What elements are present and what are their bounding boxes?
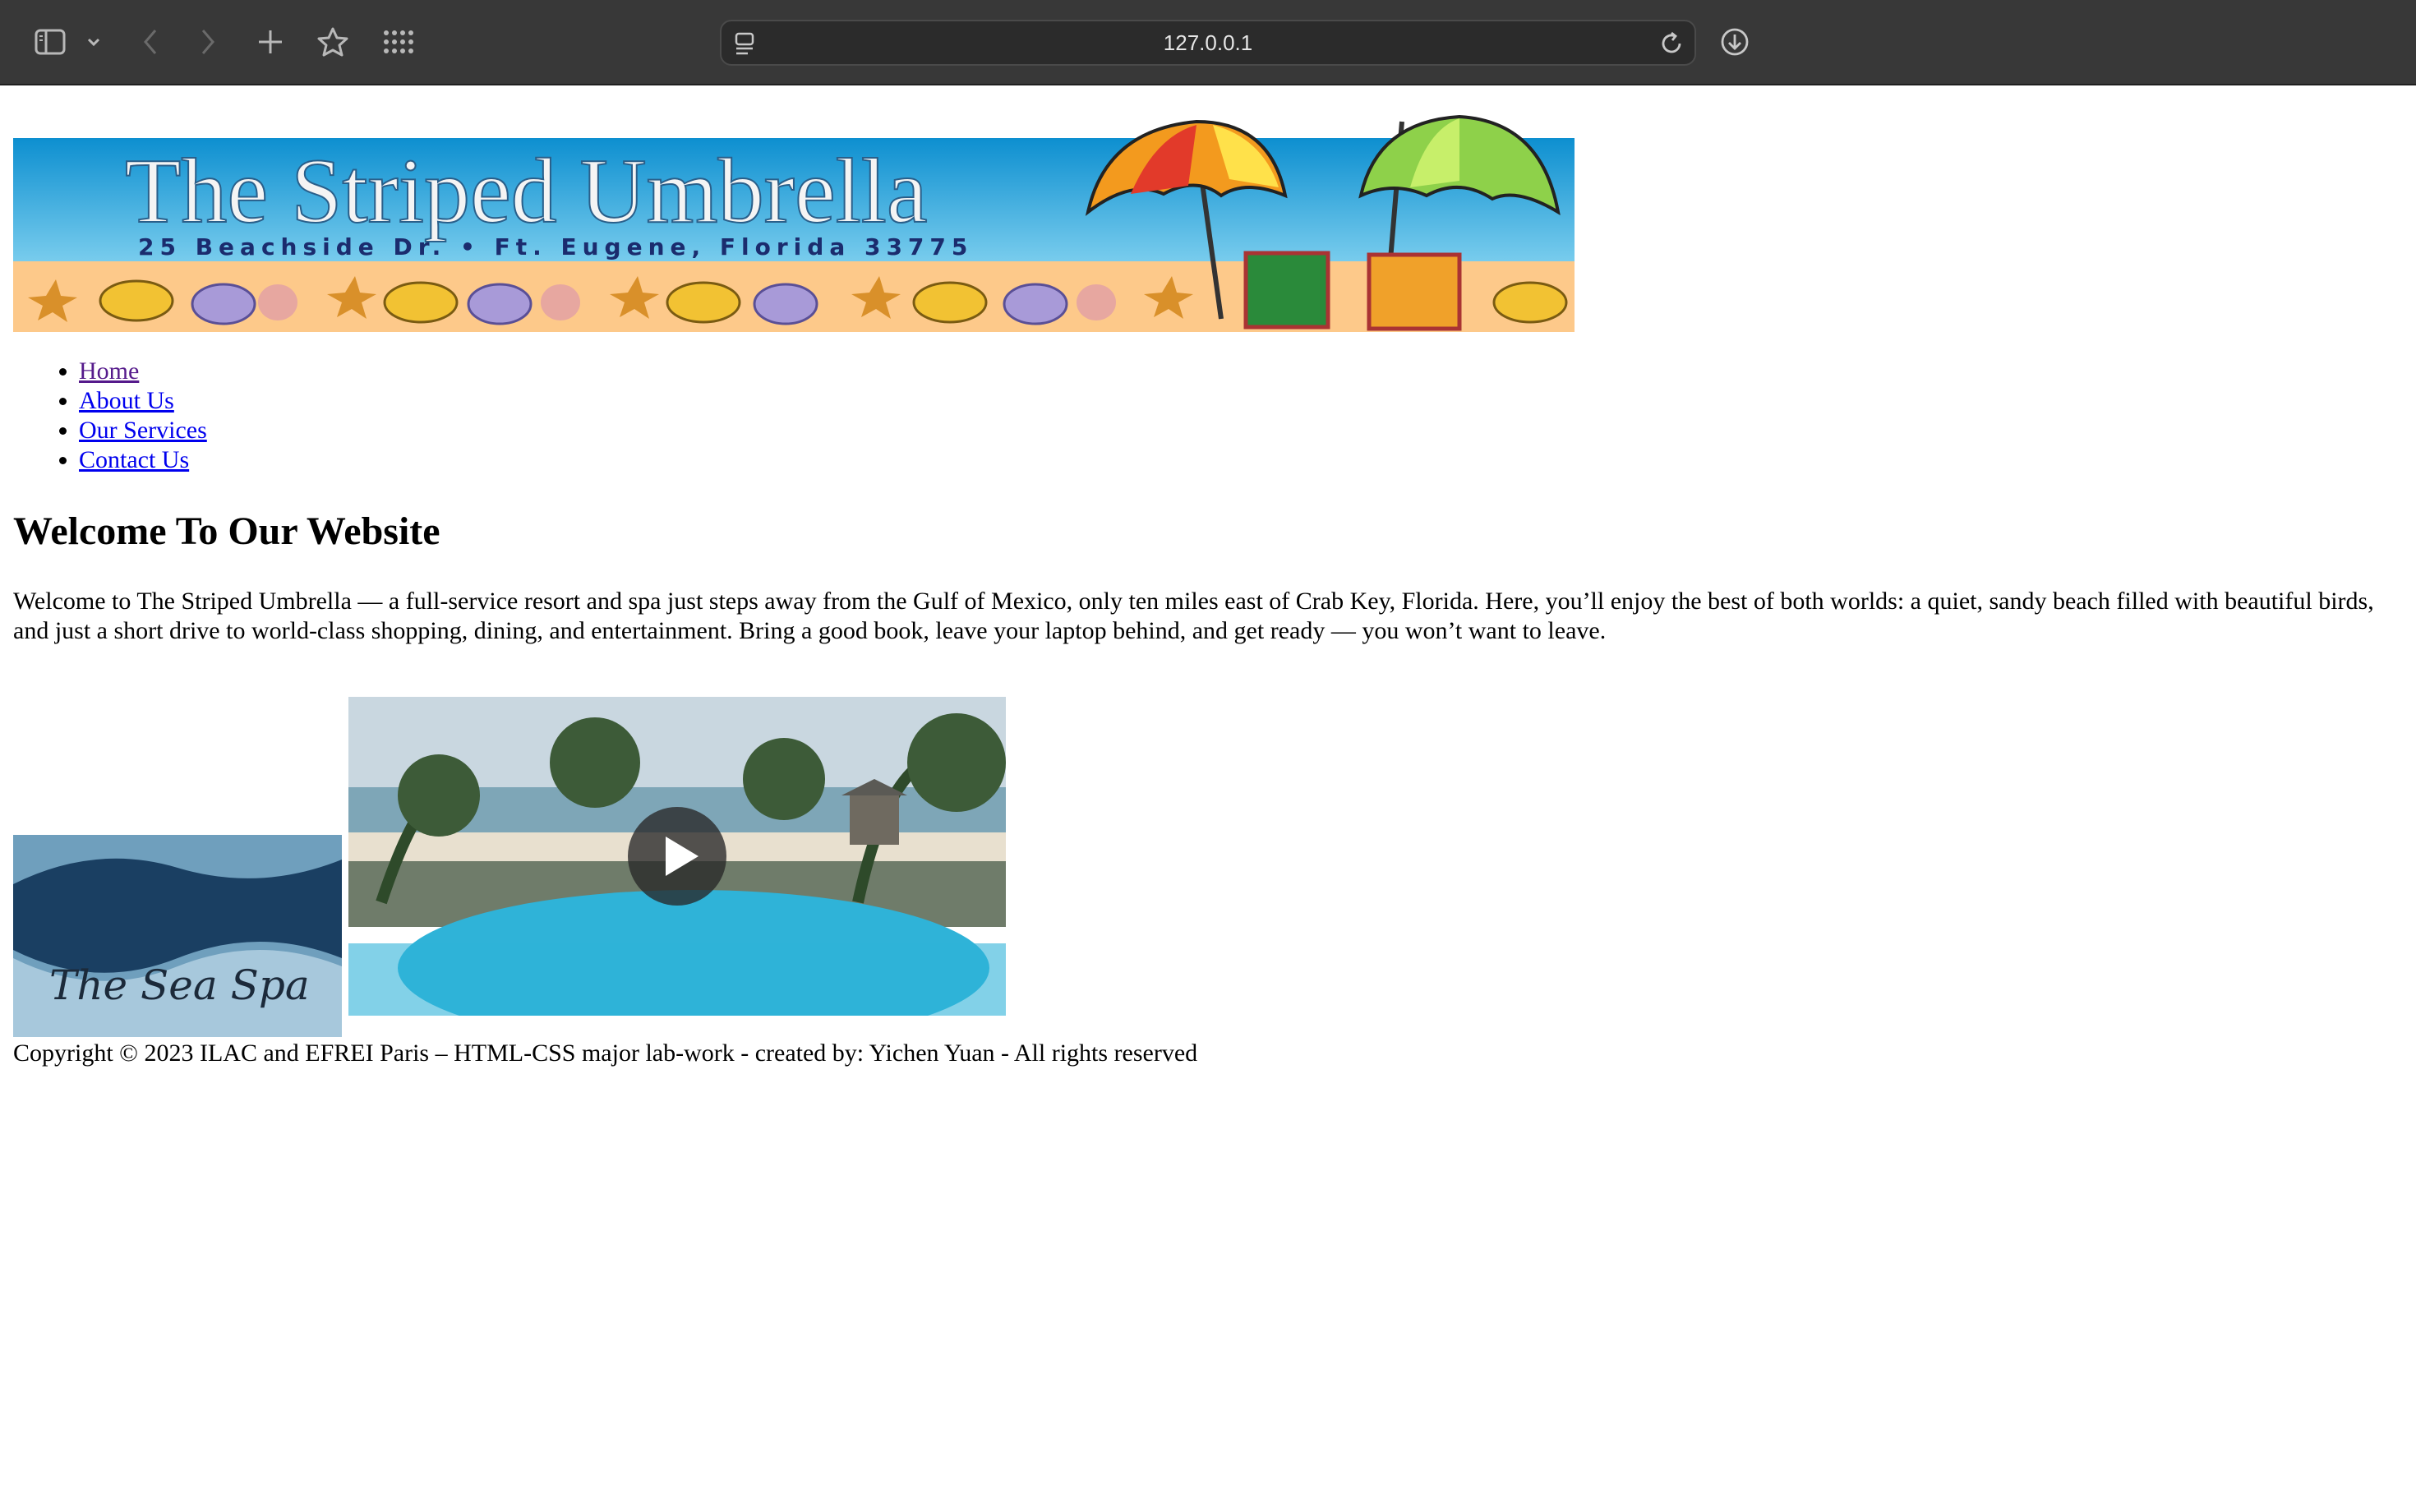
download-icon[interactable] bbox=[1714, 21, 1755, 62]
play-button[interactable] bbox=[628, 807, 726, 906]
nav-link-home[interactable]: Home bbox=[79, 357, 139, 385]
resort-video[interactable] bbox=[348, 697, 1006, 1016]
nav-item-about: About Us bbox=[79, 386, 207, 416]
address-bar[interactable]: 127.0.0.1 bbox=[720, 20, 1696, 66]
page-heading: Welcome To Our Website bbox=[13, 509, 440, 553]
reload-icon[interactable] bbox=[1658, 30, 1685, 61]
nav-link-about-us[interactable]: About Us bbox=[79, 387, 174, 414]
nav-link-our-services[interactable]: Our Services bbox=[79, 417, 207, 444]
browser-toolbar: 127.0.0.1 bbox=[0, 0, 2416, 85]
url-text: 127.0.0.1 bbox=[1163, 30, 1253, 55]
footer-copyright: Copyright © 2023 ILAC and EFREI Paris – … bbox=[13, 1040, 1198, 1067]
forward-arrow-icon[interactable] bbox=[187, 21, 228, 62]
sea-spa-logo: The Sea Spa bbox=[13, 835, 342, 1037]
chevron-down-icon[interactable] bbox=[76, 21, 112, 62]
banner-address: 25 Beachside Dr. • Ft. Eugene, Florida 3… bbox=[138, 233, 973, 260]
star-icon[interactable] bbox=[312, 21, 353, 62]
back-arrow-icon[interactable] bbox=[130, 21, 171, 62]
web-page: The Striped Umbrella 25 Beachside Dr. • … bbox=[0, 87, 2416, 1512]
grid-icon[interactable] bbox=[378, 21, 419, 62]
spa-logo-text: The Sea Spa bbox=[49, 961, 310, 1009]
nav-item-services: Our Services bbox=[79, 416, 207, 445]
nav-link-contact-us[interactable]: Contact Us bbox=[79, 446, 189, 473]
site-banner: The Striped Umbrella 25 Beachside Dr. • … bbox=[13, 97, 1575, 332]
plus-icon[interactable] bbox=[250, 21, 291, 62]
nav-item-home: Home bbox=[79, 357, 207, 386]
intro-paragraph: Welcome to The Striped Umbrella — a full… bbox=[13, 588, 2374, 644]
main-nav: Home About Us Our Services Contact Us bbox=[13, 357, 207, 475]
play-icon bbox=[666, 837, 699, 876]
banner-title: The Striped Umbrella bbox=[125, 141, 928, 242]
nav-item-contact: Contact Us bbox=[79, 445, 207, 475]
sidebar-icon[interactable] bbox=[30, 21, 71, 62]
